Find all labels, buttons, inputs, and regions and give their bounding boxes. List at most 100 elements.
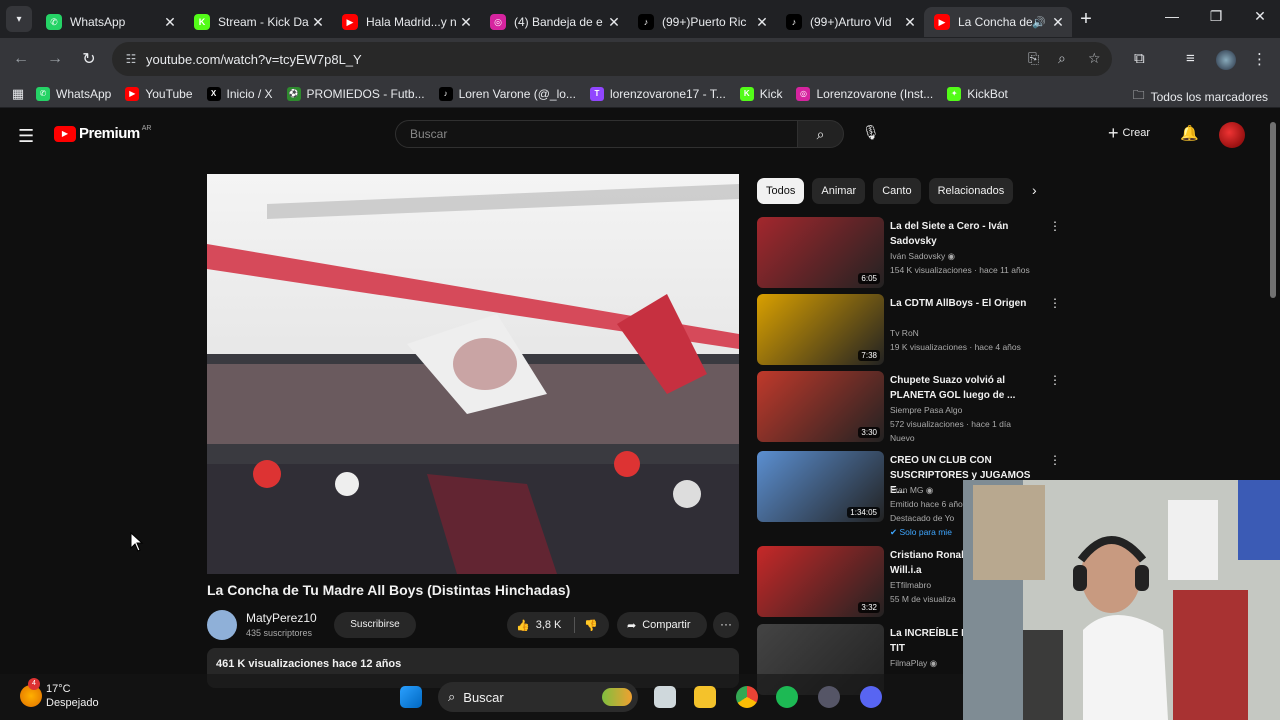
country-code: AR (141, 125, 152, 132)
browser-tab[interactable]: ◎ (4) Bandeja de e ✕ (480, 7, 628, 37)
video-thumbnail[interactable]: 6:05 (757, 217, 884, 288)
mouse-cursor-icon (130, 532, 144, 552)
browser-tab[interactable]: ✆ WhatsApp ✕ (36, 7, 184, 37)
share-button[interactable]: ➦ Compartir (617, 612, 707, 638)
create-button[interactable]: + Crear (1108, 124, 1150, 142)
apps-grid-icon[interactable]: ▦ (0, 86, 36, 102)
file-explorer-icon[interactable] (694, 686, 716, 708)
video-thumbnail[interactable]: 7:38 (757, 294, 884, 365)
close-tab-icon[interactable]: ✕ (754, 14, 770, 31)
bookmark-item[interactable]: ◎ Lorenzovarone (Inst... (796, 86, 933, 101)
discord-icon[interactable] (860, 686, 882, 708)
mic-icon[interactable]: 🎙 (862, 124, 880, 141)
extensions-icon[interactable]: ⧉ (1134, 50, 1145, 67)
like-button[interactable]: 👍 3,8 K (507, 617, 575, 633)
close-window-icon[interactable]: ✕ (1238, 8, 1280, 25)
bookmark-item[interactable]: ✦ KickBot (947, 86, 1008, 101)
browser-tab[interactable]: ♪ (99+)Puerto Ric ✕ (628, 7, 776, 37)
youtube-logo[interactable]: ▶ Premium AR (54, 125, 151, 142)
address-bar[interactable]: ☷ youtube.com/watch?v=tcyEW7p8L_Y ⎘ ⌕ ☆ (112, 42, 1112, 76)
more-options-icon[interactable]: ⋮ (1049, 296, 1061, 310)
close-tab-icon[interactable]: ✕ (902, 14, 918, 31)
channel-avatar[interactable] (207, 610, 237, 640)
bookmark-item[interactable]: X Inicio / X (206, 86, 273, 101)
browser-tab[interactable]: K Stream - Kick Da ✕ (184, 7, 332, 37)
all-bookmarks-folder[interactable]: 🗀 Todos los marcadores (1133, 86, 1268, 107)
task-view-icon[interactable] (654, 686, 676, 708)
dislike-button[interactable]: 👎 (575, 619, 598, 632)
browser-tab[interactable]: ▶ Hala Madrid...y n ✕ (332, 7, 480, 37)
recommended-meta: 19 K visualizaciones · hace 4 años (890, 342, 1021, 352)
weather-widget[interactable]: 4 17°C Despejado (20, 678, 99, 710)
search-highlight-icon (602, 688, 632, 706)
more-options-icon[interactable]: ⋮ (1049, 219, 1061, 233)
recommended-video[interactable]: 6:05 La del Siete a Cero - Iván Sadovsky I… (757, 217, 1061, 289)
video-duration: 1:34:05 (847, 507, 880, 518)
taskbar-search-label: Buscar (463, 689, 504, 705)
recommended-extra: Nuevo (890, 433, 915, 443)
spotify-icon[interactable] (776, 686, 798, 708)
bookmark-item[interactable]: ✆ WhatsApp (36, 86, 112, 101)
video-thumbnail[interactable]: 1:34:05 (757, 451, 884, 522)
settings-icon[interactable] (818, 686, 840, 708)
recommended-video[interactable]: 7:38 La CDTM AllBoys - El Origen Tv RoN 19 … (757, 294, 1061, 366)
recommended-meta: 572 visualizaciones · hace 1 día (890, 419, 1011, 429)
channel-name[interactable]: MatyPerez10 (246, 611, 317, 625)
maximize-icon[interactable]: ❐ (1194, 8, 1238, 25)
close-tab-icon[interactable]: ✕ (310, 14, 326, 31)
bookmark-item[interactable]: Tlorenzovarone17 - T... (589, 86, 726, 101)
notifications-icon[interactable]: 🔔 (1180, 124, 1199, 142)
more-actions-button[interactable]: ··· (713, 612, 739, 638)
tab-search-icon[interactable]: ▾ (6, 6, 32, 32)
site-info-icon[interactable]: ☷ (116, 52, 146, 66)
taskbar-search[interactable]: ⌕ Buscar (438, 682, 638, 712)
browser-menu-icon[interactable]: ⋮ (1252, 50, 1267, 68)
bookmark-item[interactable]: ♪ Loren Varone (@_lo... (438, 86, 576, 101)
chrome-icon[interactable] (736, 686, 758, 708)
bookmark-item[interactable]: K Kick (739, 86, 782, 101)
browser-tab[interactable]: ▶ La Concha de 🔊 ✕ (924, 7, 1072, 37)
more-options-icon[interactable]: ⋮ (1049, 453, 1061, 467)
bookmark-favicon-icon: ♪ (438, 86, 453, 101)
zoom-icon[interactable]: ⌕ (1058, 50, 1066, 67)
more-options-icon[interactable]: ⋮ (1049, 373, 1061, 387)
filter-chip[interactable]: Canto (873, 178, 921, 204)
account-avatar[interactable] (1219, 122, 1245, 148)
minimize-icon[interactable]: — (1150, 8, 1194, 24)
video-thumbnail[interactable]: 3:32 (757, 546, 884, 617)
scrollbar[interactable] (1270, 122, 1276, 298)
new-tab-icon[interactable]: + (1072, 8, 1100, 31)
speaker-icon[interactable]: 🔊 (1032, 16, 1046, 29)
url-text[interactable]: youtube.com/watch?v=tcyEW7p8L_Y (146, 52, 362, 67)
install-icon[interactable]: ⎘ (1028, 50, 1039, 67)
close-tab-icon[interactable]: ✕ (1050, 14, 1066, 31)
video-thumbnail[interactable]: 3:30 (757, 371, 884, 442)
media-control-icon[interactable]: ≡ (1186, 50, 1195, 67)
search-icon: ⌕ (448, 689, 456, 704)
browser-tab[interactable]: ♪ (99+)Arturo Vid ✕ (776, 7, 924, 37)
reload-icon[interactable]: ↻ (72, 49, 106, 69)
tab-list: ✆ WhatsApp ✕ K Stream - Kick Da ✕ ▶ Hala Madrid… (36, 1, 1072, 37)
filter-chip[interactable]: Relacionados (928, 178, 1014, 204)
close-tab-icon[interactable]: ✕ (458, 14, 474, 31)
bookmark-item[interactable]: ▶ YouTube (125, 86, 193, 101)
bookmark-star-icon[interactable]: ☆ (1088, 50, 1101, 67)
back-icon[interactable]: ← (4, 50, 38, 68)
subscribe-button[interactable]: Suscribirse (334, 612, 416, 638)
profile-avatar[interactable] (1216, 50, 1236, 70)
search-input[interactable]: Buscar (395, 120, 798, 148)
windows-start-icon[interactable] (400, 686, 422, 708)
recommended-video[interactable]: 3:30 Chupete Suazo volvió al PLANETA GOL … (757, 371, 1061, 443)
close-tab-icon[interactable]: ✕ (162, 14, 178, 31)
search-button[interactable]: ⌕ (797, 120, 844, 148)
bookmark-label: WhatsApp (56, 86, 112, 101)
subscriber-count: 435 suscriptores (246, 628, 313, 638)
filter-chip[interactable]: Todos (757, 178, 805, 204)
chevron-right-icon[interactable]: › (1032, 182, 1037, 198)
close-tab-icon[interactable]: ✕ (606, 14, 622, 31)
video-player[interactable] (207, 174, 739, 574)
menu-icon[interactable]: ☰ (18, 126, 34, 147)
bookmark-item[interactable]: ⚽ PROMIEDOS - Futb... (286, 86, 425, 101)
forward-icon[interactable]: → (38, 50, 72, 68)
filter-chip[interactable]: Animar (812, 178, 866, 204)
